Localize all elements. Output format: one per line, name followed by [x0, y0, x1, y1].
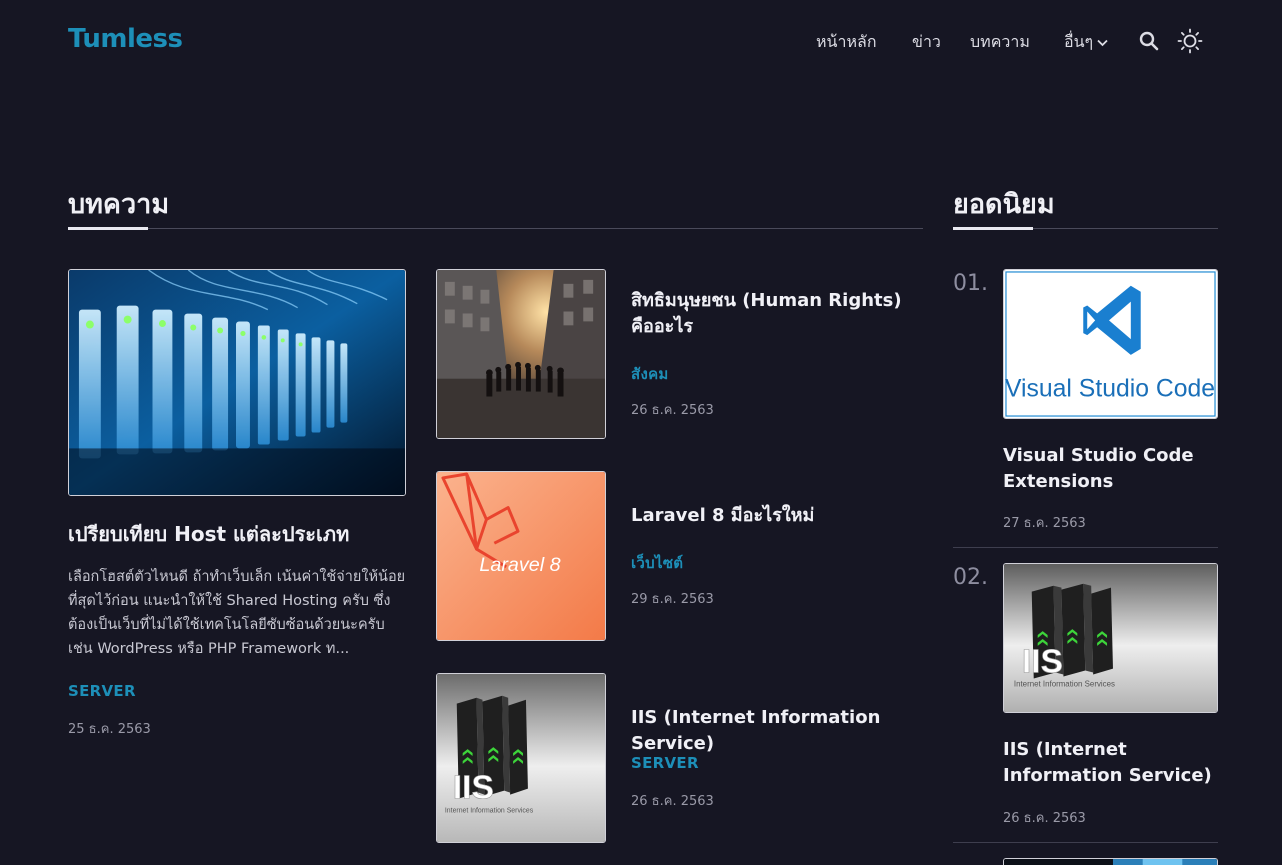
- server-rack-image: [69, 270, 405, 495]
- article-category-laravel[interactable]: เว็บไซต์: [631, 551, 683, 575]
- popular-image-iis[interactable]: IIS Internet Information Services: [1003, 563, 1218, 713]
- popular-rank-1: 01.: [953, 271, 988, 296]
- articles-heading-accent: [68, 227, 148, 230]
- popular-date-vscode: 27 ธ.ค. 2563: [1003, 516, 1086, 531]
- nav-more-label: อื่นๆ: [1064, 32, 1094, 51]
- featured-excerpt: เลือกโฮสต์ตัวไหนดี ถ้าทำเว็บเล็ก เน้นค่า…: [68, 569, 406, 657]
- laravel-image-label: Laravel 8: [479, 554, 560, 576]
- vscode-image-label: Visual Studio Code: [1005, 375, 1215, 402]
- popular-heading: ยอดนิยม: [953, 189, 1055, 220]
- nav-home[interactable]: หน้าหลัก: [816, 30, 877, 55]
- next-item-image: [1004, 859, 1217, 865]
- main-nav: หน้าหลัก ข่าว บทความ อื่นๆ: [0, 30, 1282, 54]
- nav-news[interactable]: ข่าว: [912, 30, 941, 55]
- article-image-iis[interactable]: IIS Internet Information Services: [436, 673, 606, 843]
- article-title-iis[interactable]: IIS (Internet Information Service): [631, 705, 923, 757]
- article-image-laravel[interactable]: Laravel 8: [436, 471, 606, 641]
- city-street-image: [437, 270, 605, 438]
- article-date-iis: 26 ธ.ค. 2563: [631, 794, 714, 809]
- iis-image-label: IIS: [1022, 644, 1063, 681]
- articles-heading: บทความ: [68, 189, 170, 220]
- popular-image-vscode[interactable]: Visual Studio Code: [1003, 269, 1218, 419]
- article-image-human-rights[interactable]: [436, 269, 606, 439]
- popular-divider-1: [953, 547, 1218, 548]
- popular-title-vscode[interactable]: Visual Studio Code Extensions: [1003, 443, 1218, 495]
- article-title-human-rights[interactable]: สิทธิมนุษยชน (Human Rights) คืออะไร: [631, 288, 923, 340]
- sun-icon[interactable]: [1177, 28, 1203, 58]
- featured-category[interactable]: SERVER: [68, 682, 136, 700]
- article-date-human-rights: 26 ธ.ค. 2563: [631, 403, 714, 418]
- nav-articles[interactable]: บทความ: [970, 30, 1030, 55]
- popular-heading-accent: [953, 227, 1033, 230]
- articles-heading-rule: [68, 228, 923, 229]
- laravel-logo-image: Laravel 8: [437, 472, 605, 640]
- featured-date: 25 ธ.ค. 2563: [68, 722, 151, 737]
- article-category-iis[interactable]: SERVER: [631, 754, 699, 772]
- nav-more[interactable]: อื่นๆ: [1064, 30, 1108, 55]
- popular-title-iis[interactable]: IIS (Internet Information Service): [1003, 737, 1218, 789]
- chevron-down-icon: [1097, 39, 1108, 46]
- featured-title[interactable]: เปรียบเทียบ Host แต่ละประเภท: [68, 521, 406, 547]
- article-title-laravel[interactable]: Laravel 8 มีอะไรใหม่: [631, 503, 923, 529]
- iis-image-label: IIS: [453, 770, 494, 807]
- popular-divider-2: [953, 842, 1218, 843]
- popular-date-iis: 26 ธ.ค. 2563: [1003, 811, 1086, 826]
- iis-servers-image: IIS Internet Information Services: [437, 674, 605, 842]
- featured-image[interactable]: [68, 269, 406, 496]
- article-category-human-rights[interactable]: สังคม: [631, 362, 669, 386]
- iis-servers-image: IIS Internet Information Services: [1004, 564, 1217, 712]
- vscode-logo-image: Visual Studio Code: [1004, 270, 1217, 418]
- iis-image-sublabel: Internet Information Services: [445, 807, 534, 814]
- site-header: Tumless หน้าหลัก ข่าว บทความ อื่นๆ: [0, 0, 1282, 82]
- search-icon[interactable]: [1139, 31, 1159, 55]
- article-date-laravel: 29 ธ.ค. 2563: [631, 592, 714, 607]
- popular-rank-2: 02.: [953, 565, 988, 590]
- iis-image-sublabel: Internet Information Services: [1014, 679, 1115, 688]
- popular-image-next[interactable]: [1003, 858, 1218, 865]
